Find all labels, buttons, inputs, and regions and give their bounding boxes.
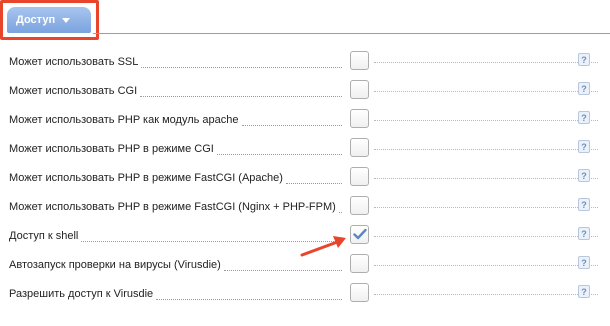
php-cgi-checkbox[interactable] bbox=[350, 138, 369, 157]
virusdie-access-checkbox[interactable] bbox=[350, 283, 369, 302]
checkmark-icon bbox=[353, 228, 367, 240]
php-apache-module-checkbox[interactable] bbox=[350, 109, 369, 128]
tab-access[interactable]: Доступ bbox=[7, 7, 91, 33]
tab-access-label: Доступ bbox=[16, 14, 56, 26]
setting-row-php-fastcgi-apache: Может использовать PHP в режиме FastCGI … bbox=[0, 163, 610, 192]
setting-row-php-apache-module: Может использовать PHP как модуль apache… bbox=[0, 105, 610, 134]
help-icon[interactable]: ? bbox=[578, 82, 590, 95]
tab-bar: Доступ bbox=[0, 0, 610, 40]
virusdie-autoscan-checkbox[interactable] bbox=[350, 254, 369, 273]
help-icon[interactable]: ? bbox=[578, 227, 590, 240]
help-icon[interactable]: ? bbox=[578, 53, 590, 66]
help-icon[interactable]: ? bbox=[578, 198, 590, 211]
setting-row-cgi: Может использовать CGI ? bbox=[0, 76, 610, 105]
setting-row-ssl: Может использовать SSL ? bbox=[0, 47, 610, 76]
cgi-checkbox[interactable] bbox=[350, 80, 369, 99]
setting-label: Автозапуск проверки на вирусы (Virusdie) bbox=[9, 259, 342, 271]
setting-label: Может использовать PHP в режиме CGI bbox=[9, 143, 342, 155]
setting-label: Может использовать SSL bbox=[9, 56, 342, 68]
pointer-arrow-icon bbox=[300, 236, 346, 257]
shell-checkbox[interactable] bbox=[350, 225, 369, 244]
setting-label: Доступ к shell bbox=[9, 230, 342, 242]
php-fastcgi-apache-checkbox[interactable] bbox=[350, 167, 369, 186]
ssl-checkbox[interactable] bbox=[350, 51, 369, 70]
help-icon[interactable]: ? bbox=[578, 111, 590, 124]
help-icon[interactable]: ? bbox=[578, 285, 590, 298]
setting-label: Может использовать PHP как модуль apache bbox=[9, 114, 342, 126]
setting-label: Может использовать CGI bbox=[9, 85, 342, 97]
help-icon[interactable]: ? bbox=[578, 140, 590, 153]
tab-underline bbox=[93, 33, 610, 34]
setting-label: Может использовать PHP в режиме FastCGI … bbox=[9, 201, 342, 213]
caret-down-icon bbox=[62, 17, 71, 23]
setting-row-php-fastcgi-nginx: Может использовать PHP в режиме FastCGI … bbox=[0, 192, 610, 221]
php-fastcgi-nginx-checkbox[interactable] bbox=[350, 196, 369, 215]
help-icon[interactable]: ? bbox=[578, 256, 590, 269]
help-icon[interactable]: ? bbox=[578, 169, 590, 182]
setting-row-virusdie-access: Разрешить доступ к Virusdie ? bbox=[0, 279, 610, 308]
setting-row-php-cgi: Может использовать PHP в режиме CGI ? bbox=[0, 134, 610, 163]
setting-label: Разрешить доступ к Virusdie bbox=[9, 288, 342, 300]
setting-label: Может использовать PHP в режиме FastCGI … bbox=[9, 172, 342, 184]
